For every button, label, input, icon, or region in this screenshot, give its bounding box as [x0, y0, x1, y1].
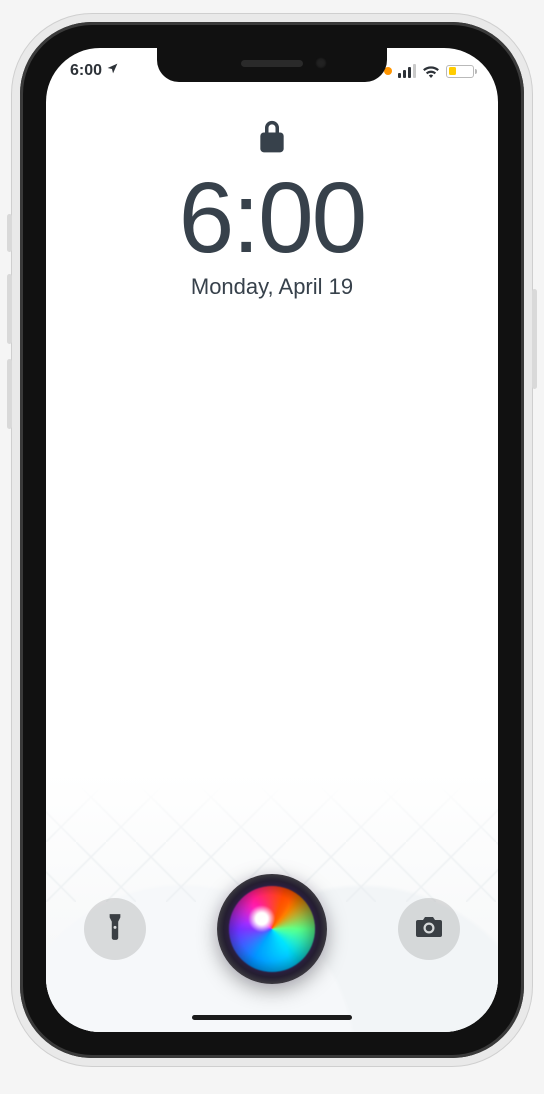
flashlight-icon: [102, 912, 128, 947]
earpiece-speaker: [241, 60, 303, 67]
phone-frame: 6:00: [12, 14, 532, 1066]
lock-screen-content: 6:00 Monday, April 19: [46, 118, 498, 300]
side-button[interactable]: [532, 289, 537, 389]
lock-date: Monday, April 19: [191, 274, 353, 300]
status-time: 6:00: [70, 62, 102, 80]
lock-time: 6:00: [179, 168, 366, 268]
status-right: [384, 64, 474, 78]
wifi-icon: [422, 65, 440, 78]
lock-icon: [258, 118, 286, 154]
location-services-icon: [106, 62, 119, 80]
screen[interactable]: 6:00: [46, 48, 498, 1032]
bottom-controls: [46, 874, 498, 984]
camera-button[interactable]: [398, 898, 460, 960]
battery-icon: [446, 65, 474, 78]
volume-up-button[interactable]: [7, 274, 12, 344]
siri-orb-icon: [229, 886, 315, 972]
volume-down-button[interactable]: [7, 359, 12, 429]
notch: [157, 48, 387, 82]
front-camera: [315, 57, 327, 69]
flashlight-button[interactable]: [84, 898, 146, 960]
ring-switch[interactable]: [7, 214, 12, 252]
camera-icon: [414, 915, 444, 944]
cellular-signal-icon: [398, 64, 416, 78]
siri-button[interactable]: [217, 874, 327, 984]
status-left: 6:00: [70, 62, 119, 80]
phone-bezel: 6:00: [20, 22, 524, 1058]
home-indicator[interactable]: [192, 1015, 352, 1020]
